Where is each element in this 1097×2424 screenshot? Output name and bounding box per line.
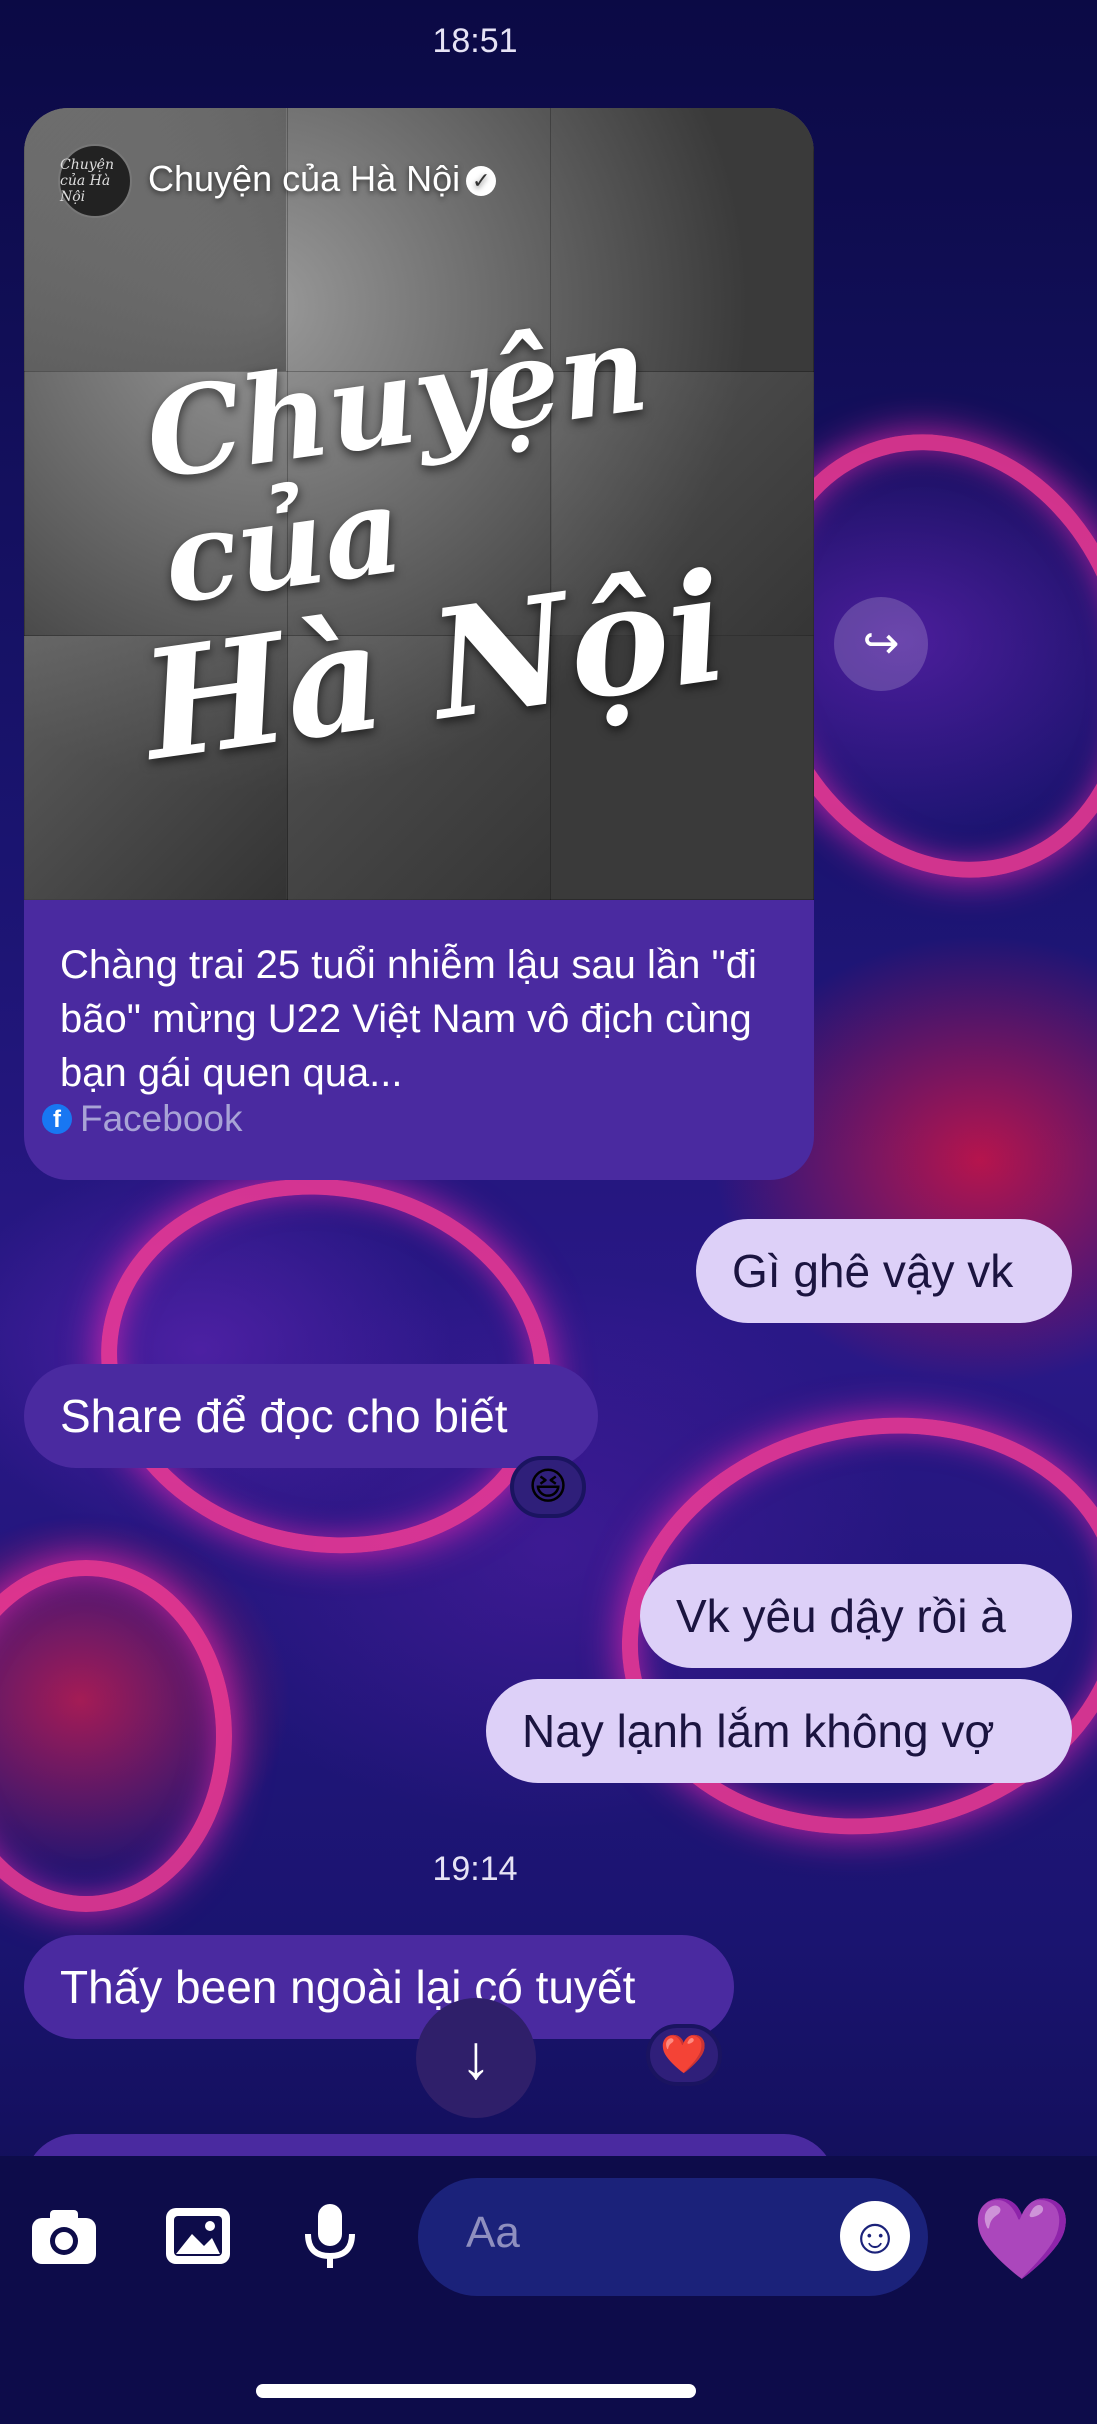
shared-link-card[interactable]: Chuyện của Hà Nội Chuyện của Hà Nội ✓ Chu… <box>24 108 814 1180</box>
message-bubble-out[interactable]: Nay lạnh lắm không vợ <box>486 1679 1072 1783</box>
card-title-art: Chuyện của Hà Nội <box>133 285 814 794</box>
microphone-icon[interactable] <box>294 2200 366 2272</box>
gallery-icon[interactable] <box>162 2200 234 2272</box>
facebook-icon: f <box>42 1104 72 1134</box>
message-bubble-out[interactable]: Gì ghê vậy vk <box>696 1219 1072 1323</box>
home-indicator[interactable] <box>256 2384 696 2398</box>
message-bubble-in[interactable]: Thấy been ngoài lại có tuyết <box>24 1935 734 2039</box>
message-input-placeholder: Aa <box>466 2208 520 2257</box>
message-bubble-out[interactable]: Vk yêu dậy rồi à <box>640 1564 1072 1668</box>
card-source-label: Facebook <box>80 1098 243 1139</box>
message-bubble-in[interactable]: Share để đọc cho biết <box>24 1364 598 1468</box>
reaction-heart-icon[interactable]: ❤️ <box>646 2024 722 2086</box>
verified-icon: ✓ <box>466 166 497 197</box>
page-logo: Chuyện của Hà Nội <box>58 144 132 218</box>
timestamp-top: 18:51 <box>432 22 518 60</box>
emoji-icon[interactable]: ☺ <box>840 2201 910 2271</box>
timestamp-mid: 19:14 <box>432 1850 518 1888</box>
camera-icon[interactable] <box>28 2200 100 2272</box>
card-author-name: Chuyện của Hà Nội <box>148 158 461 199</box>
card-source: f Facebook <box>42 1098 243 1140</box>
share-icon[interactable]: ↪ <box>834 597 928 691</box>
like-heart-icon[interactable]: 💜 <box>972 2196 1072 2282</box>
card-headline: Chàng trai 25 tuổi nhiễm lậu sau lần "đi… <box>60 943 757 1095</box>
card-author: Chuyện của Hà Nội ✓ <box>148 158 497 200</box>
reaction-laugh-icon[interactable]: 😆 <box>510 1456 586 1518</box>
scroll-down-button[interactable]: ↓ <box>416 1998 536 2118</box>
